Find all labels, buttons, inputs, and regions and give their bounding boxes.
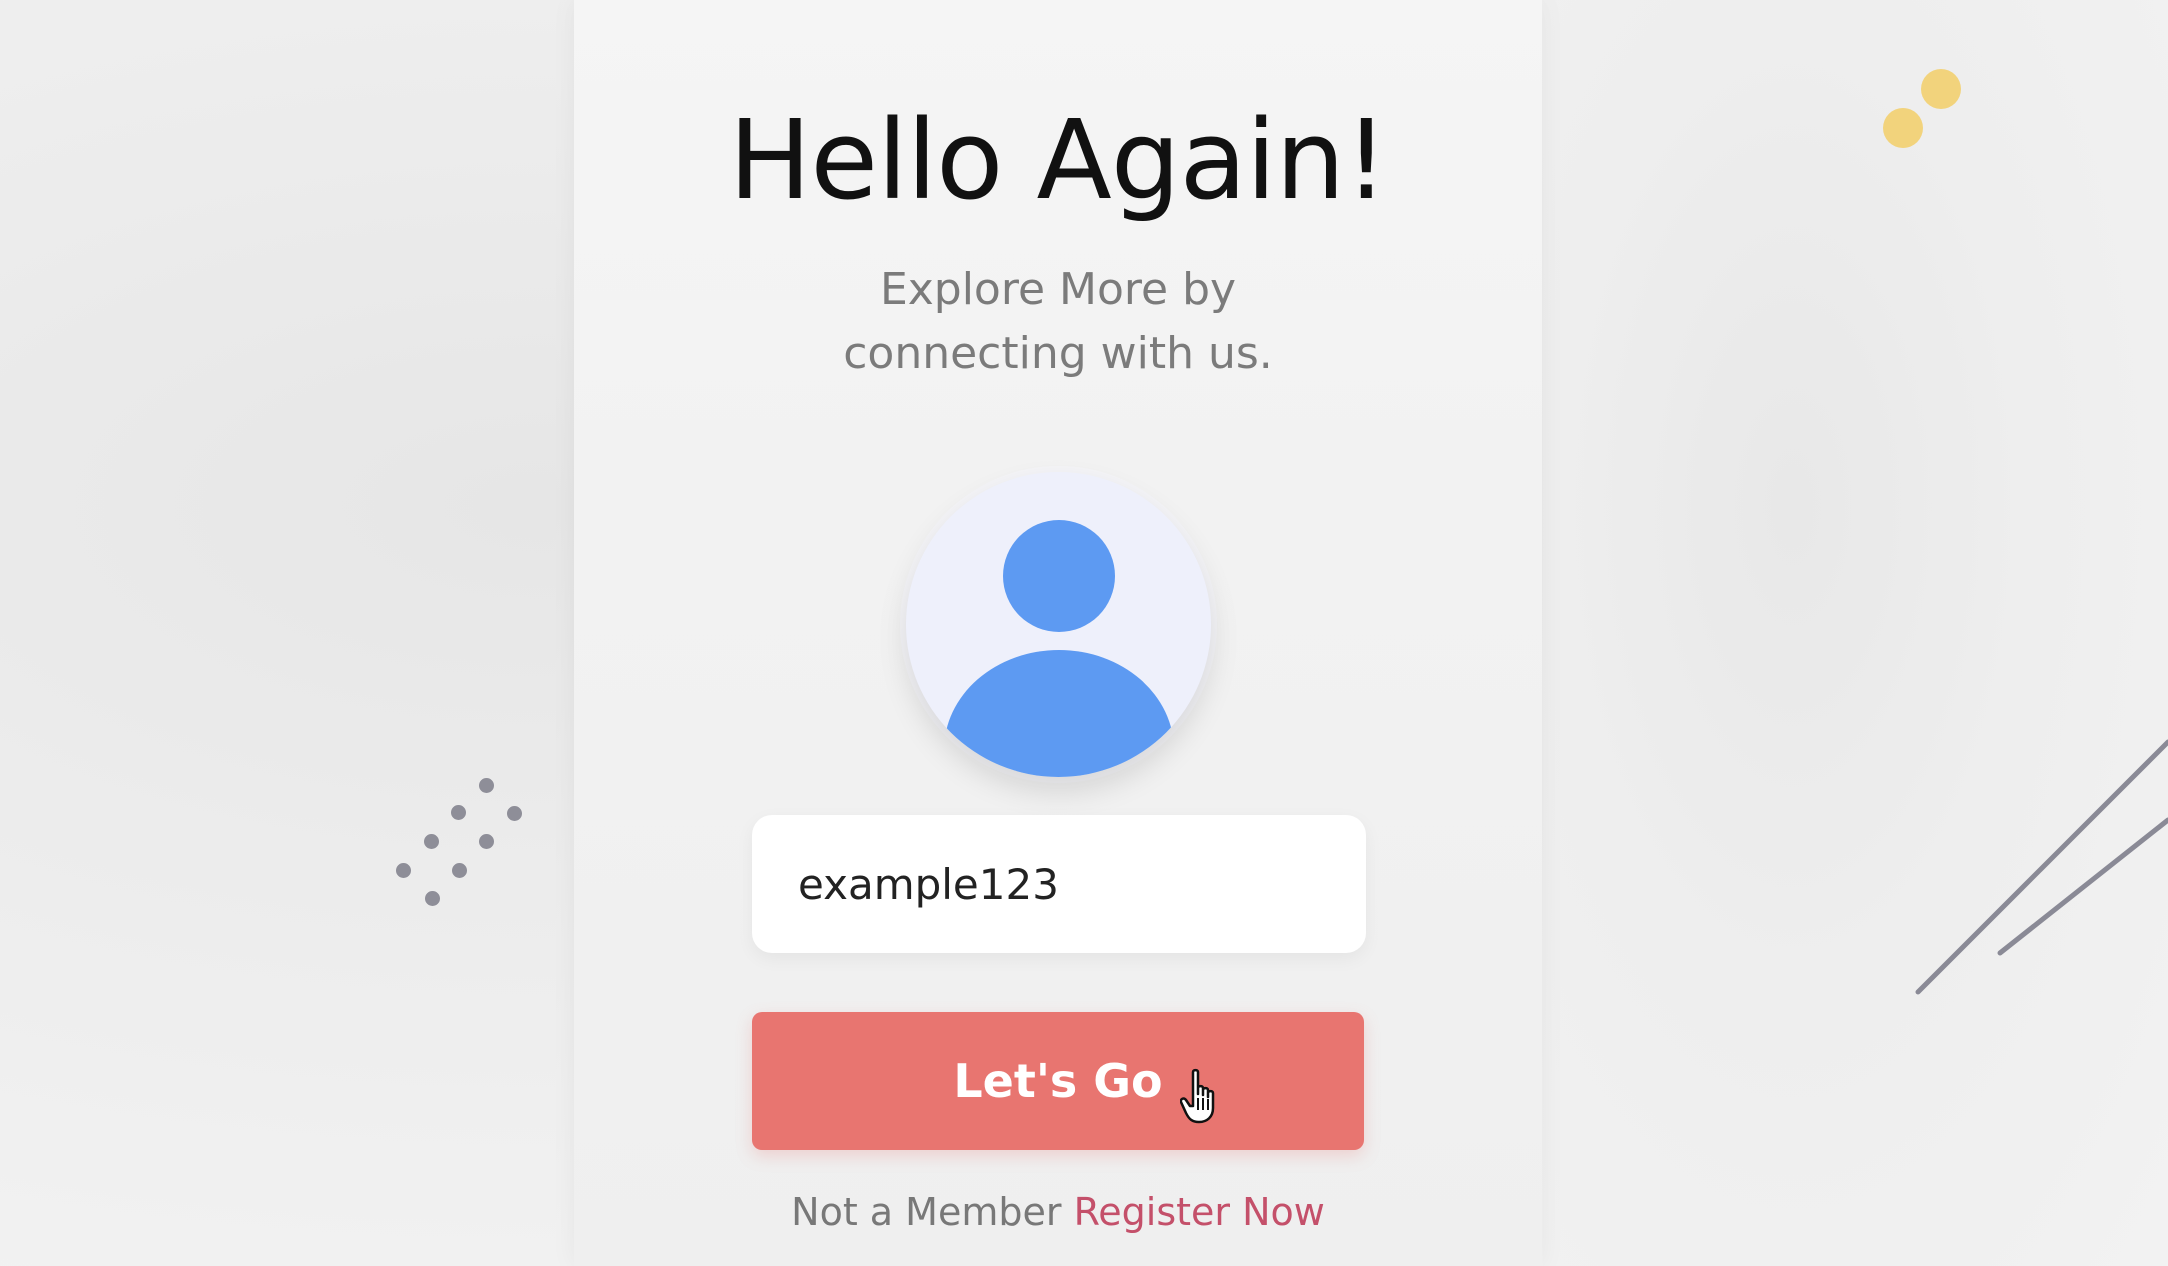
decor-dot xyxy=(451,805,466,820)
lets-go-button[interactable]: Let's Go xyxy=(752,1012,1364,1150)
avatar-body xyxy=(944,650,1174,777)
background-panel-right xyxy=(1543,0,2168,1266)
register-prompt: Not a Member Register Now xyxy=(574,1190,1542,1234)
register-now-link[interactable]: Register Now xyxy=(1074,1190,1325,1234)
decor-dot xyxy=(452,863,467,878)
decor-dot xyxy=(425,891,440,906)
decor-dot xyxy=(479,778,494,793)
username-input[interactable] xyxy=(752,815,1366,953)
page-title: Hello Again! xyxy=(728,96,1389,224)
decor-dot xyxy=(396,863,411,878)
user-avatar-icon xyxy=(906,472,1211,777)
avatar-head xyxy=(1003,520,1115,632)
subtitle: Explore More by connecting with us. xyxy=(574,258,1542,386)
decor-dot xyxy=(424,834,439,849)
subtitle-line-1: Explore More by xyxy=(879,264,1237,315)
decorative-diagonal-lines xyxy=(1915,739,2168,995)
decor-yellow-dot xyxy=(1921,69,1961,109)
hand-pointer-icon xyxy=(1180,1068,1215,1124)
subtitle-line-2: connecting with us. xyxy=(843,328,1273,379)
login-card: Hello Again! Explore More by connecting … xyxy=(574,0,1542,1266)
decor-yellow-dot xyxy=(1883,108,1923,148)
decor-dot xyxy=(507,806,522,821)
decor-dot xyxy=(479,834,494,849)
not-member-text: Not a Member xyxy=(791,1190,1062,1234)
